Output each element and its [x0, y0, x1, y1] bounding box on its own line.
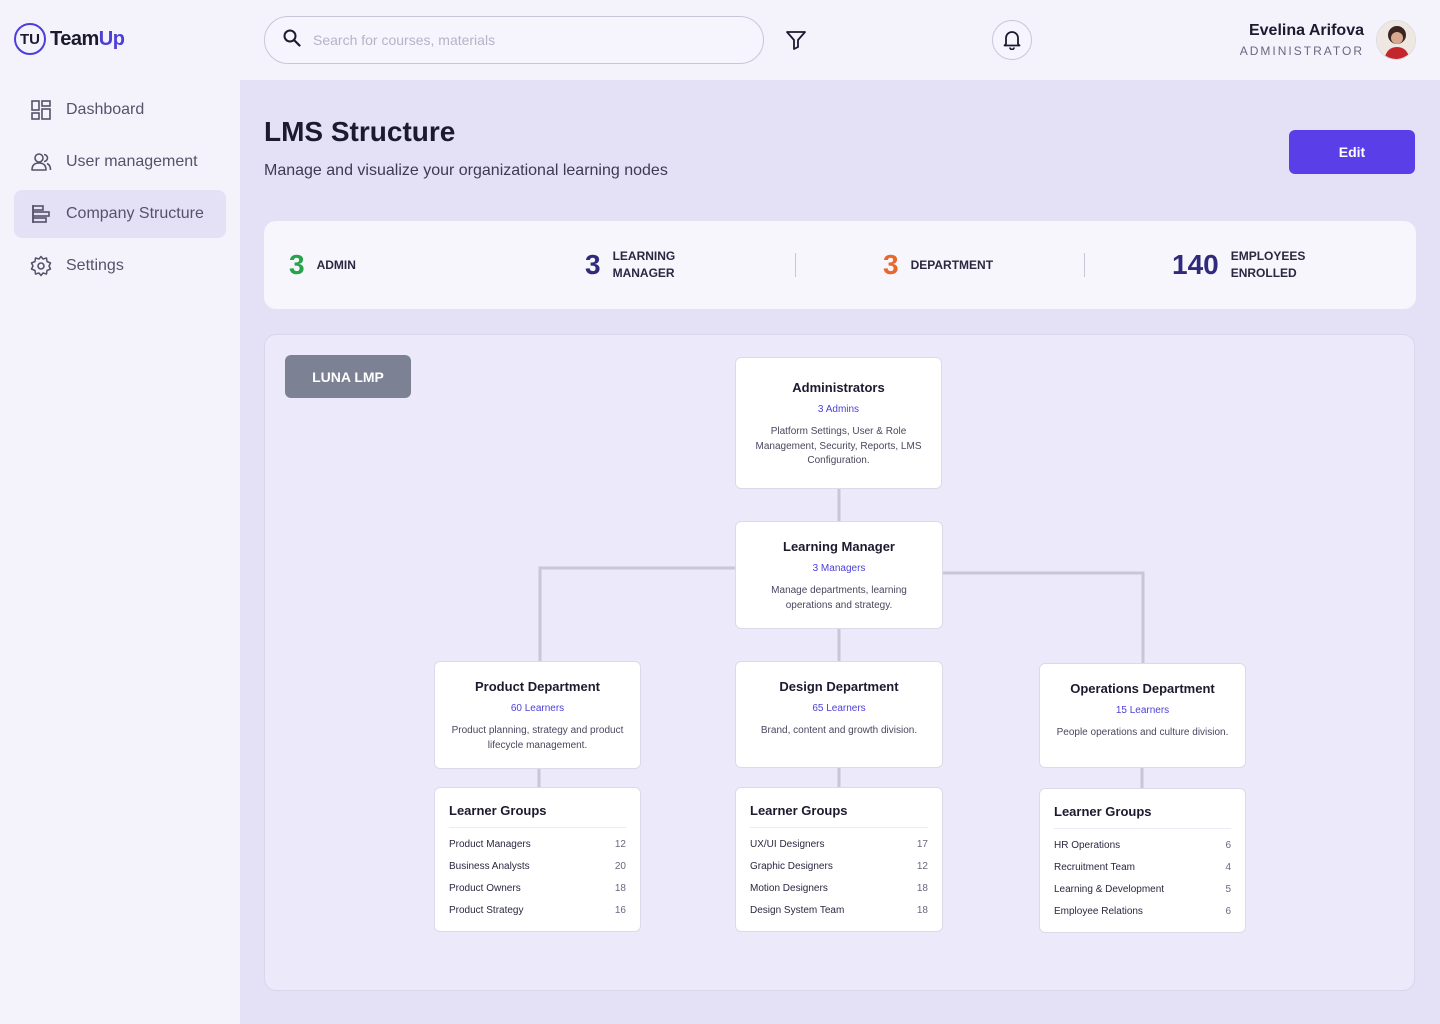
structure-icon — [30, 203, 52, 225]
canvas-tag-luna-lmp[interactable]: LUNA LMP — [285, 355, 411, 398]
learner-groups-operations: Learner Groups HR Operations 6 Recruitmen… — [1039, 788, 1246, 933]
node-description: Platform Settings, User & Role Managemen… — [755, 426, 922, 466]
stat-label: MANAGER — [612, 266, 675, 280]
node-learning-manager[interactable]: Learning Manager 3 Managers Manage depar… — [735, 521, 943, 629]
sidebar-item-user-management[interactable]: User management — [14, 138, 226, 186]
list-item[interactable]: Graphic Designers 12 — [750, 861, 928, 872]
divider — [795, 253, 796, 277]
filter-icon[interactable] — [782, 26, 810, 54]
sidebar-item-company-structure[interactable]: Company Structure — [14, 190, 226, 238]
stat-label: ENROLLED — [1230, 266, 1297, 280]
user-name: Evelina Arifova — [1248, 22, 1364, 39]
stat-department: 3 DEPARTMENT — [883, 221, 993, 309]
sidebar-item-label: Settings — [66, 257, 124, 274]
sidebar-item-settings[interactable]: Settings — [14, 242, 226, 290]
sidebar-item-label: User management — [66, 153, 198, 170]
group-title: Learner Groups — [750, 803, 928, 828]
list-item[interactable]: UX/UI Designers 17 — [750, 839, 928, 850]
list-item[interactable]: HR Operations 6 — [1054, 840, 1231, 851]
learner-groups-design: Learner Groups UX/UI Designers 17 Graphic… — [735, 787, 943, 932]
node-title: Operations Department — [1070, 681, 1215, 696]
users-icon — [30, 151, 52, 173]
logo-text: TeamUp — [50, 27, 125, 50]
list-item[interactable]: Employee Relations 6 — [1054, 906, 1231, 917]
node-title: Learning Manager — [783, 539, 895, 554]
node-description: Brand, content and growth division. — [760, 725, 918, 736]
stat-employees-enrolled: 140 EMPLOYEES ENROLLED — [1172, 221, 1305, 309]
list-item[interactable]: Product Strategy 16 — [449, 905, 626, 916]
stat-learning-manager: 3 LEARNING MANAGER — [585, 221, 675, 309]
avatar[interactable] — [1376, 20, 1416, 60]
node-description: Manage departments, learning operations … — [771, 585, 907, 611]
logo-mark: TU — [14, 23, 46, 55]
search-bar — [264, 16, 764, 64]
search-icon — [283, 29, 301, 52]
sidebar-item-label: Company Structure — [66, 205, 204, 222]
stat-label: DEPARTMENT — [910, 257, 994, 272]
sidebar-item-label: Dashboard — [66, 101, 145, 118]
node-title: Product Department — [475, 679, 600, 694]
learner-groups-product: Learner Groups Product Managers 12 Busine… — [434, 787, 641, 932]
node-administrators[interactable]: Administrators 3 Admins Platform Setting… — [735, 357, 942, 489]
page-title: LMS Structure — [264, 116, 456, 147]
node-count: 3 Admins — [817, 404, 860, 415]
stats-card: 3 ADMIN 3 LEARNING MANAGER 3 DEPARTMENT 1… — [264, 221, 1416, 309]
node-count: 3 Managers — [812, 563, 866, 574]
list-item[interactable]: Motion Designers 18 — [750, 883, 928, 894]
list-item[interactable]: Product Managers 12 — [449, 839, 626, 850]
sidebar-item-dashboard[interactable]: Dashboard — [14, 86, 226, 134]
sidebar: Dashboard User management Company Struct… — [0, 80, 240, 1024]
top-bar: TU TeamUp Evelina Arifova ADMINISTRATOR — [0, 0, 1440, 80]
stat-value: 3 — [289, 249, 305, 280]
node-count: 65 Learners — [812, 703, 866, 714]
node-count: 15 Learners — [1115, 705, 1170, 716]
stat-value: 140 — [1172, 249, 1219, 280]
divider — [1084, 253, 1085, 277]
group-title: Learner Groups — [1054, 804, 1231, 829]
list-item[interactable]: Recruitment Team 4 — [1054, 862, 1231, 873]
stat-label: ADMIN — [316, 257, 356, 272]
stat-value: 3 — [883, 249, 899, 280]
dashboard-icon — [30, 99, 52, 121]
edit-button[interactable]: Edit — [1289, 130, 1415, 174]
page-subtitle: Manage and visualize your organizational… — [264, 162, 668, 179]
org-chart-canvas: LUNA LMP Administrators 3 Admins Platfor… — [264, 334, 1415, 991]
list-item[interactable]: Learning & Development 5 — [1054, 884, 1231, 895]
search-input[interactable] — [313, 32, 733, 48]
stat-label: EMPLOYEES — [1230, 249, 1306, 263]
node-title: Design Department — [779, 679, 899, 694]
node-product-department[interactable]: Product Department 60 Learners Product p… — [434, 661, 641, 769]
node-title: Administrators — [792, 380, 885, 395]
stat-label: LEARNING — [612, 249, 676, 263]
gear-icon — [30, 255, 52, 277]
notification-bell-icon[interactable] — [992, 20, 1032, 60]
node-count: 60 Learners — [510, 703, 565, 714]
node-design-department[interactable]: Design Department 65 Learners Brand, con… — [735, 661, 943, 768]
node-description: People operations and culture division. — [1056, 727, 1229, 738]
logo[interactable]: TU TeamUp — [14, 23, 125, 55]
user-role: ADMINISTRATOR — [1239, 44, 1364, 58]
list-item[interactable]: Product Owners 18 — [449, 883, 626, 894]
stat-admin: 3 ADMIN — [289, 221, 356, 309]
list-item[interactable]: Design System Team 18 — [750, 905, 928, 916]
stat-value: 3 — [585, 249, 601, 280]
node-operations-department[interactable]: Operations Department 15 Learners People… — [1039, 663, 1246, 768]
list-item[interactable]: Business Analysts 20 — [449, 861, 626, 872]
node-description: Product planning, strategy and product l… — [451, 725, 624, 751]
group-title: Learner Groups — [449, 803, 626, 828]
user-menu[interactable]: Evelina Arifova ADMINISTRATOR — [1240, 20, 1416, 60]
